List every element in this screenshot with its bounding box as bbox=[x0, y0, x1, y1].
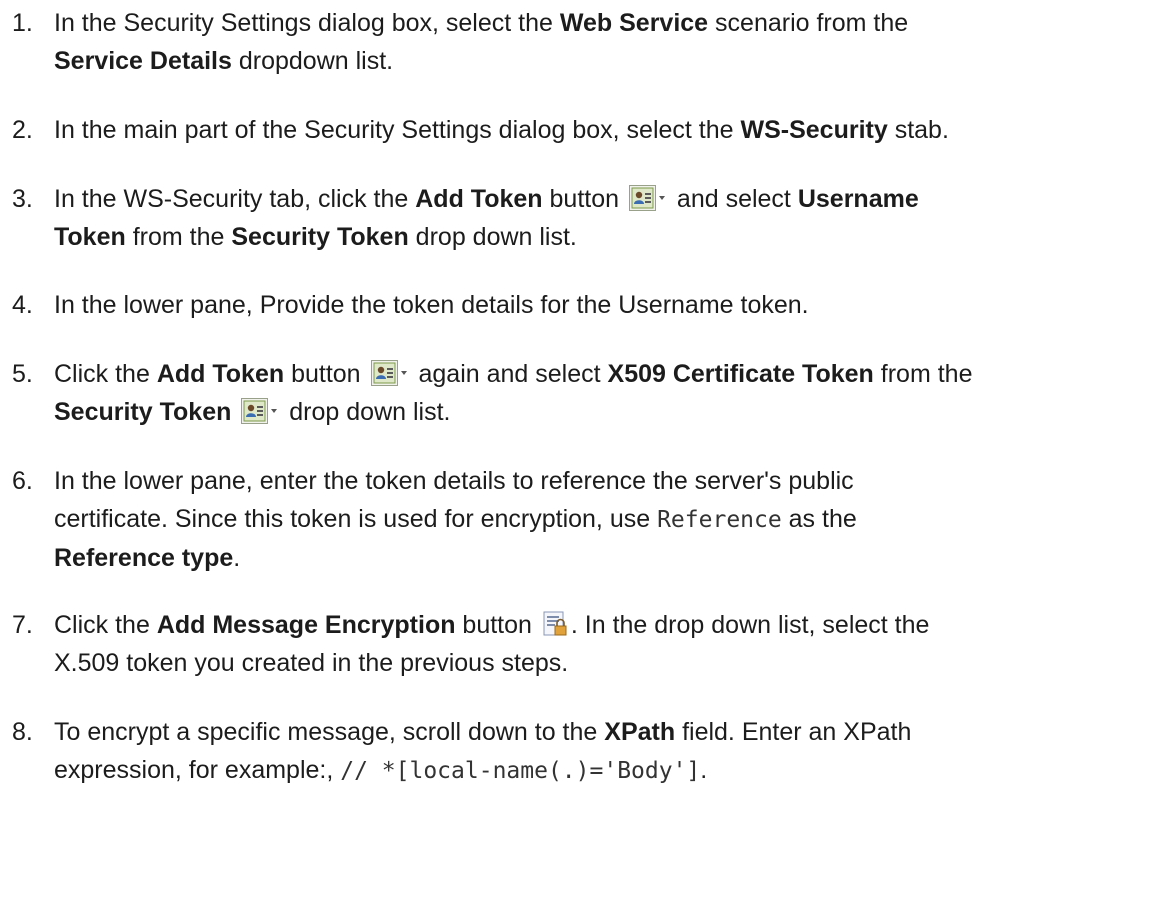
text: drop down list. bbox=[282, 398, 451, 426]
bold-text: Token bbox=[54, 223, 126, 251]
text: Click the bbox=[54, 611, 157, 639]
text: . In the drop down list, select the bbox=[570, 611, 930, 639]
bold-text: Add Message Encryption bbox=[156, 611, 456, 639]
text: from the bbox=[873, 360, 973, 388]
text: . bbox=[700, 756, 708, 784]
text: In the lower pane, enter the token detai… bbox=[54, 467, 854, 495]
code-text: Reference bbox=[657, 507, 782, 533]
text: again and select bbox=[411, 360, 608, 388]
step-text: Click the Add Token button again and sel… bbox=[54, 355, 1140, 431]
text: In the WS-Security tab, click the bbox=[54, 185, 416, 213]
step-number: 5. bbox=[12, 360, 33, 388]
step-number: 8. bbox=[12, 718, 33, 746]
text: drop down list. bbox=[408, 223, 577, 251]
bold-text: Add Token bbox=[156, 360, 285, 388]
step-number: 3. bbox=[12, 185, 33, 213]
step-number: 7. bbox=[12, 611, 33, 639]
text: button bbox=[455, 611, 539, 639]
text: from the bbox=[125, 223, 232, 251]
text: In the main part of the Security Setting… bbox=[54, 116, 741, 144]
code-text: // *[local-name(.)='Body'] bbox=[340, 758, 701, 784]
text: button bbox=[542, 185, 626, 213]
text: and select bbox=[669, 185, 798, 213]
step-number: 2. bbox=[12, 116, 33, 144]
text: In the lower pane, Provide the token det… bbox=[54, 291, 809, 319]
step-text: In the main part of the Security Setting… bbox=[54, 111, 1140, 149]
text: scenario from the bbox=[708, 9, 909, 37]
text: To encrypt a specific message, scroll do… bbox=[54, 718, 605, 746]
bold-text: Add Token bbox=[415, 185, 543, 213]
text: Click the bbox=[54, 360, 157, 388]
step-number: 4. bbox=[12, 291, 33, 319]
bold-text: Service Details bbox=[54, 47, 232, 75]
bold-text: X509 Certificate Token bbox=[607, 360, 874, 388]
step-number: 1. bbox=[12, 9, 33, 37]
text: as the bbox=[781, 505, 857, 533]
add-token-dropdown-icon bbox=[371, 360, 409, 386]
bold-text: XPath bbox=[604, 718, 676, 746]
bold-text: Security Token bbox=[231, 223, 409, 251]
bold-text: Web Service bbox=[559, 9, 709, 37]
step-number: 6. bbox=[12, 467, 33, 495]
text: dropdown list. bbox=[231, 47, 394, 75]
step-text: In the Security Settings dialog box, sel… bbox=[54, 4, 1140, 80]
text: certificate. Since this token is used fo… bbox=[54, 505, 658, 533]
bold-text: Reference type bbox=[54, 544, 234, 572]
bold-text: Security Token bbox=[54, 398, 232, 426]
text: expression, for example:, bbox=[54, 756, 341, 784]
text: . bbox=[233, 544, 241, 572]
step-text: To encrypt a specific message, scroll do… bbox=[54, 713, 1140, 790]
step-text: In the lower pane, Provide the token det… bbox=[54, 286, 1140, 324]
bold-text: Username bbox=[797, 185, 919, 213]
text: In the Security Settings dialog box, sel… bbox=[54, 9, 560, 37]
step-text: In the lower pane, enter the token detai… bbox=[54, 462, 1140, 577]
step-text: In the WS-Security tab, click the Add To… bbox=[54, 180, 1140, 256]
add-message-encryption-icon bbox=[542, 611, 568, 637]
step-text: Click the Add Message Encryption button … bbox=[54, 606, 1140, 682]
text: X.509 token you created in the previous … bbox=[54, 649, 569, 677]
add-token-dropdown-icon bbox=[241, 398, 279, 424]
text: field. Enter an XPath bbox=[675, 718, 912, 746]
text: stab. bbox=[887, 116, 949, 144]
bold-text: WS-Security bbox=[740, 116, 888, 144]
add-token-dropdown-icon bbox=[629, 185, 667, 211]
text: button bbox=[284, 360, 368, 388]
